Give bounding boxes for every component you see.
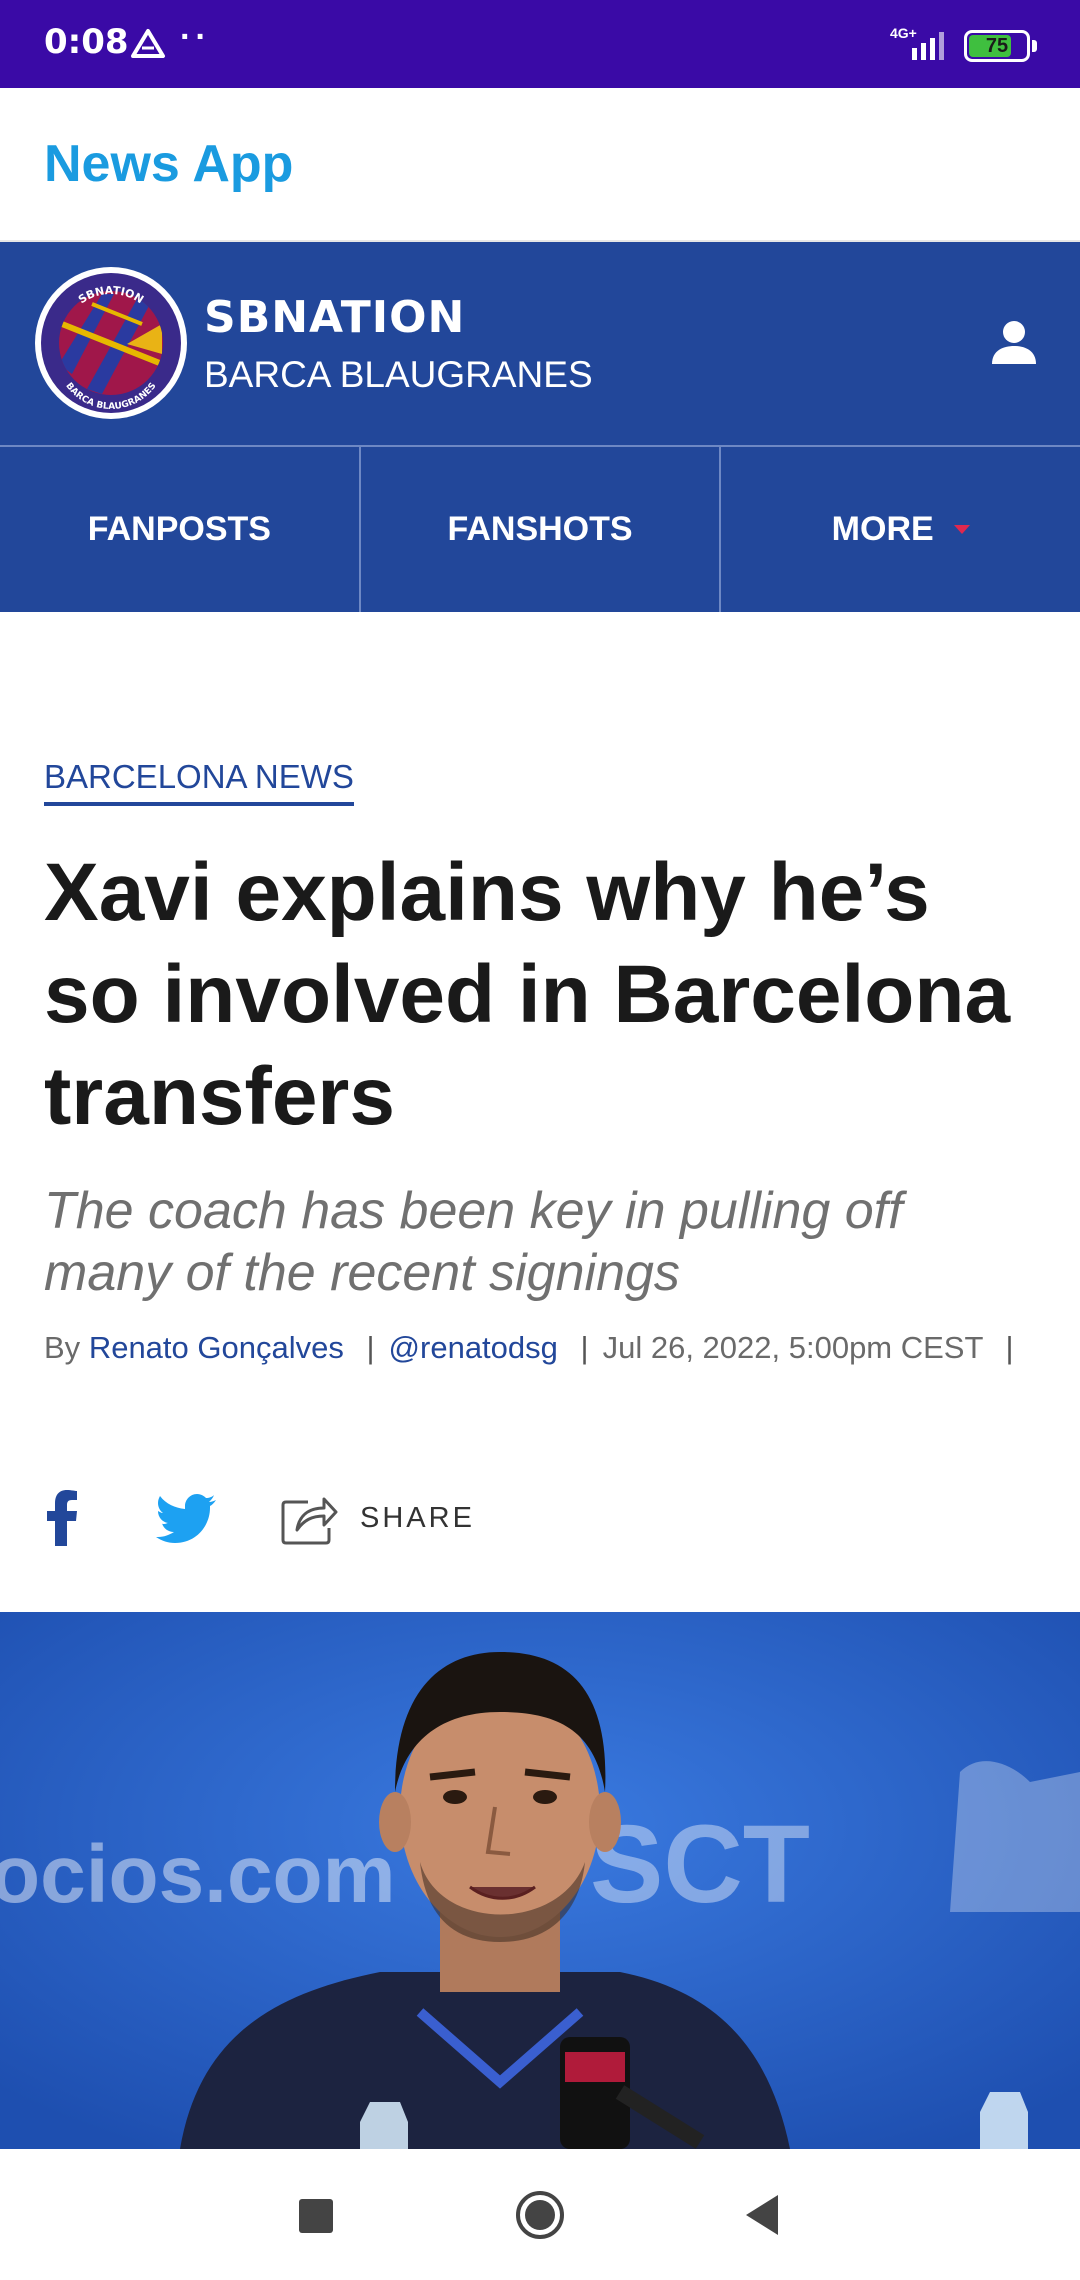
battery-level: 75	[985, 35, 1009, 57]
share-label[interactable]: SHARE	[360, 1502, 475, 1535]
category-link[interactable]: BARCELONA NEWS	[44, 758, 354, 806]
nav-fanposts[interactable]: FANPOSTS	[0, 447, 361, 612]
back-icon[interactable]	[744, 2193, 780, 2237]
user-account-icon[interactable]	[990, 318, 1038, 366]
hero-bg-text-mid: SCT	[590, 1803, 810, 1926]
drive-icon	[131, 29, 165, 58]
byline-prefix: By	[44, 1330, 81, 1365]
barca-blaugranes-logo[interactable]: SBNATION BARCA BLAUGRANES	[32, 264, 190, 422]
publish-date: Jul 26, 2022, 5:00pm CEST	[602, 1330, 983, 1365]
article-headline: Xavi explains why he’s so involved in Ba…	[44, 847, 1011, 1142]
nav-more[interactable]: MORE	[721, 447, 1080, 612]
nav-more-label: MORE	[831, 510, 934, 548]
author-handle-link[interactable]: @renatodsg	[389, 1330, 558, 1365]
site-header: SBNATION BARCA BLAUGRANES SBNATION BARCA…	[0, 242, 1080, 445]
battery-icon: 75	[964, 30, 1030, 62]
app-bar: News App	[0, 88, 1080, 242]
article-dek: The coach has been key in pulling off ma…	[44, 1182, 903, 1302]
nav-fanposts-label: FANPOSTS	[87, 510, 271, 548]
home-icon[interactable]	[514, 2189, 566, 2241]
share-row: SHARE	[0, 1480, 1080, 1560]
hero-bg-text-left: ocios.com	[0, 1829, 396, 1920]
byline: By Renato Gonçalves | @renatodsg | Jul 26,…	[44, 1330, 1028, 1366]
twitter-icon[interactable]	[156, 1494, 216, 1544]
system-navigation-bar	[0, 2149, 1080, 2280]
byline-separator: |	[366, 1330, 375, 1365]
xavi-press-conference-photo: ocios.com SCT	[0, 1612, 1080, 2149]
share-icon[interactable]	[280, 1490, 338, 1546]
author-link[interactable]: Renato Gonçalves	[89, 1330, 344, 1365]
app-title: News App	[44, 135, 294, 193]
facebook-icon[interactable]	[44, 1490, 80, 1546]
notification-dots-icon: ··	[180, 18, 211, 56]
recent-apps-icon[interactable]	[299, 2199, 333, 2233]
signal-icon	[912, 32, 944, 60]
byline-separator: |	[580, 1330, 589, 1365]
battery-nub	[1032, 40, 1037, 52]
hero-image[interactable]: ocios.com SCT	[0, 1612, 1080, 2149]
site-name[interactable]: BARCA BLAUGRANES	[204, 354, 593, 396]
sbnation-brand[interactable]: SBNATION	[204, 292, 465, 343]
byline-separator: |	[1005, 1330, 1014, 1365]
nav-fanshots[interactable]: FANSHOTS	[361, 447, 722, 612]
caret-down-icon	[953, 525, 970, 534]
status-time: 0:08	[44, 22, 129, 62]
nav-fanshots-label: FANSHOTS	[447, 510, 633, 548]
status-bar: 0:08 ·· 4G+ 75	[0, 0, 1080, 88]
section-nav: FANPOSTS FANSHOTS MORE	[0, 445, 1080, 612]
